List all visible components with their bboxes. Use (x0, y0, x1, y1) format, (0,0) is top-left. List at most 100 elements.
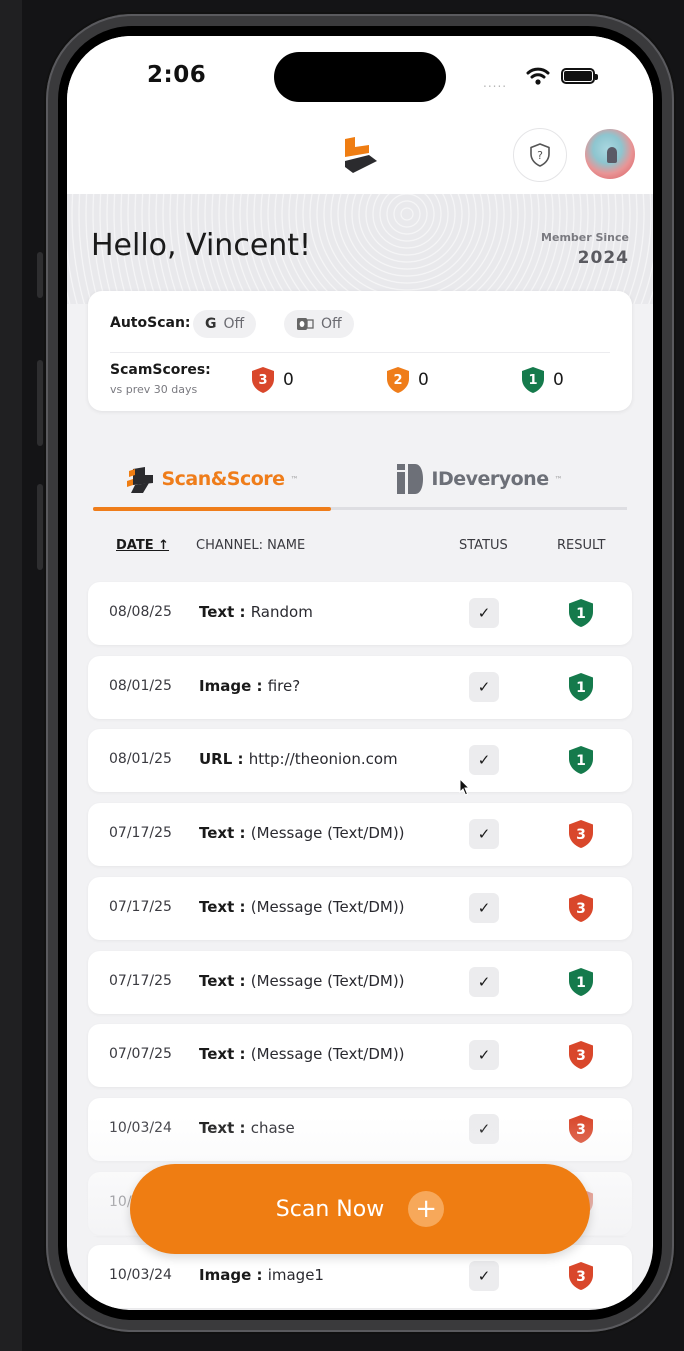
row-date: 08/08/25 (109, 604, 172, 620)
row-channel-type: URL (199, 750, 233, 768)
autoscan-gmail-toggle[interactable]: G Off (193, 310, 257, 338)
result-header: RESULT (557, 538, 606, 553)
svg-text:1: 1 (576, 606, 586, 622)
status-check-icon: ✓ (469, 967, 499, 997)
app-header: ? (67, 127, 653, 194)
wifi-icon (526, 67, 550, 85)
row-channel-name: Text : (Message (Text/DM)) (199, 972, 405, 990)
shield-question-icon: ? (530, 143, 550, 167)
brand-logo-icon[interactable] (343, 137, 379, 175)
svg-text:3: 3 (576, 827, 586, 843)
row-channel-separator: : (251, 1266, 268, 1284)
row-channel-name: Text : (Message (Text/DM)) (199, 898, 405, 916)
row-channel-name: Text : Random (199, 603, 313, 621)
table-row[interactable]: 08/08/25 Text : Random ✓ 1 (88, 582, 632, 645)
table-row[interactable]: 07/17/25 Text : (Message (Text/DM)) ✓ 3 (88, 803, 632, 866)
scan-now-button[interactable]: Scan Now + (130, 1164, 590, 1254)
row-channel-separator: : (234, 603, 251, 621)
row-date: 08/01/25 (109, 678, 172, 694)
scamscores-label: ScamScores: (110, 362, 211, 378)
member-since-label: Member Since (541, 231, 629, 244)
scamscore-count: 0 (553, 370, 564, 390)
table-row[interactable]: 07/07/25 Text : (Message (Text/DM)) ✓ 3 (88, 1024, 632, 1087)
greeting-text: Hello, Vincent! (91, 228, 312, 263)
row-item-name: (Message (Text/DM)) (250, 824, 405, 842)
phone-volume-up (37, 360, 43, 446)
result-shield-icon: 3 (569, 894, 593, 922)
background-edge (0, 0, 22, 1351)
table-row[interactable]: 10/03/24 Text : chase ✓ 3 (88, 1098, 632, 1161)
phone-action-button (37, 252, 43, 298)
row-date: 07/17/25 (109, 899, 172, 915)
row-item-name: chase (250, 1119, 295, 1137)
row-channel-separator: : (234, 1045, 251, 1063)
row-channel-name: URL : http://theonion.com (199, 750, 398, 768)
tab-ideveryone-label: IDeveryone (431, 468, 549, 490)
status-check-icon: ✓ (469, 1261, 499, 1291)
member-since-year: 2024 (577, 248, 629, 268)
result-shield-icon: 3 (569, 1041, 593, 1069)
status-check-icon: ✓ (469, 1040, 499, 1070)
svg-text:3: 3 (576, 1048, 586, 1064)
result-shield-icon: 1 (569, 599, 593, 627)
shield-green-icon: 1 (522, 367, 544, 393)
table-header: DATE ↑ CHANNEL: NAME STATUS RESULT (88, 538, 632, 558)
tab-active-indicator (93, 507, 331, 511)
card-divider (110, 352, 610, 353)
autoscan-gmail-state: Off (223, 316, 245, 332)
status-header: STATUS (459, 538, 508, 553)
scamscores-sublabel: vs prev 30 days (110, 383, 198, 396)
autoscan-outlook-toggle[interactable]: Off (284, 310, 354, 338)
svg-text:1: 1 (576, 680, 586, 696)
result-shield-icon: 3 (569, 820, 593, 848)
svg-text:1: 1 (576, 975, 586, 991)
row-channel-separator: : (232, 750, 249, 768)
row-channel-type: Image (199, 677, 252, 695)
shield-red-icon: 3 (252, 367, 274, 393)
status-check-icon: ✓ (469, 672, 499, 702)
tab-scan-score-label: Scan&Score (161, 468, 285, 490)
row-channel-name: Text : (Message (Text/DM)) (199, 824, 405, 842)
scan-now-label: Scan Now (275, 1196, 385, 1222)
status-check-icon: ✓ (469, 893, 499, 923)
row-channel-name: Text : (Message (Text/DM)) (199, 1045, 405, 1063)
result-shield-icon: 3 (569, 1115, 593, 1143)
svg-text:1: 1 (576, 753, 586, 769)
table-row[interactable]: 08/01/25 Image : fire? ✓ 1 (88, 656, 632, 719)
row-date: 07/17/25 (109, 973, 172, 989)
status-check-icon: ✓ (469, 819, 499, 849)
row-channel-type: Text (199, 1119, 235, 1137)
status-check-icon: ✓ (469, 745, 499, 775)
status-bar: 2:06 ..... (67, 36, 653, 132)
row-item-name: Random (250, 603, 313, 621)
table-row[interactable]: 08/01/25 URL : http://theonion.com ✓ 1 (88, 729, 632, 792)
tab-ideveryone[interactable]: IDeveryone ™ (331, 451, 627, 507)
mouse-cursor-icon (459, 778, 471, 796)
row-channel-name: Image : fire? (199, 677, 300, 695)
row-date: 08/01/25 (109, 751, 172, 767)
status-check-icon: ✓ (469, 598, 499, 628)
dynamic-island (274, 52, 446, 102)
table-row[interactable]: 07/17/25 Text : (Message (Text/DM)) ✓ 1 (88, 951, 632, 1014)
row-item-name: fire? (267, 677, 301, 695)
ideveryone-logo-icon (397, 464, 424, 494)
table-row[interactable]: 10/03/24 Image : image1 ✓ 3 (88, 1245, 632, 1308)
row-date: 07/07/25 (109, 1046, 172, 1062)
table-row[interactable]: 07/17/25 Text : (Message (Text/DM)) ✓ 3 (88, 877, 632, 940)
scamscore-level-1: 1 0 (521, 366, 564, 394)
row-item-name: image1 (267, 1266, 324, 1284)
sort-by-date-header[interactable]: DATE ↑ (116, 538, 169, 553)
user-avatar[interactable] (583, 127, 637, 181)
row-item-name: (Message (Text/DM)) (250, 972, 405, 990)
app-screen: 2:06 ..... ? Hello, Vincent! Member Sinc… (67, 36, 653, 1310)
row-item-name: (Message (Text/DM)) (250, 898, 405, 916)
channel-name-header: CHANNEL: NAME (196, 538, 306, 553)
tab-scan-score[interactable]: Scan&Score ™ (93, 451, 331, 507)
result-shield-icon: 1 (569, 673, 593, 701)
svg-text:2: 2 (393, 373, 402, 388)
status-time: 2:06 (147, 62, 207, 88)
row-date: 10/03/24 (109, 1267, 172, 1283)
row-channel-type: Text (199, 1045, 235, 1063)
greeting-banner: Hello, Vincent! Member Since 2024 (67, 194, 653, 304)
help-button[interactable]: ? (513, 128, 567, 182)
